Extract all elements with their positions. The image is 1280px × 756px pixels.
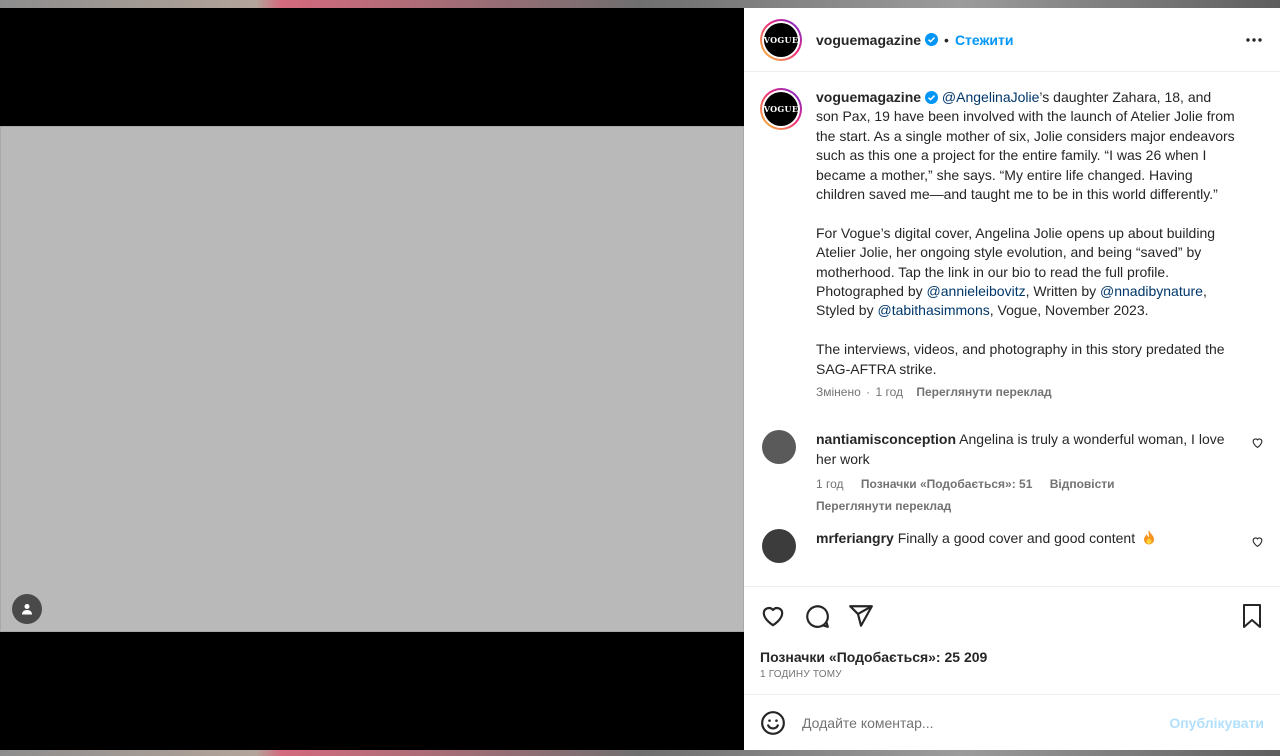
caption-time: 1 год — [875, 385, 903, 400]
commenter-username[interactable]: mrferiangry — [816, 530, 894, 546]
post-caption: VOGUE voguemagazine @AngelinaJolie’s dau… — [760, 88, 1264, 402]
avatar-logo-text: VOGUE — [764, 22, 798, 57]
comment-input[interactable] — [802, 714, 1170, 731]
comment-item: nantiamisconception Angelina is truly a … — [760, 430, 1264, 513]
save-bookmark-icon[interactable] — [1240, 603, 1264, 629]
caption-avatar-logo-text: VOGUE — [764, 92, 798, 126]
mention-link[interactable]: @tabithasimmons — [877, 302, 989, 318]
comment-like-heart-icon[interactable] — [1251, 436, 1264, 454]
post-header: VOGUE voguemagazine • Стежити — [744, 8, 1280, 72]
caption-author-avatar[interactable]: VOGUE — [760, 88, 802, 130]
comment-meta: 1 год Позначки «Подобається»: 51 Відпові… — [816, 477, 1236, 491]
comment-likes-link[interactable]: Позначки «Подобається»: 51 — [861, 477, 1032, 491]
publish-button[interactable]: Опублікувати — [1169, 715, 1264, 731]
mention-link[interactable]: @nnadibynature — [1100, 283, 1203, 299]
verified-badge-icon — [925, 33, 939, 46]
see-translation-link[interactable]: Переглянути переклад — [916, 385, 1051, 399]
backdrop-strip-top — [0, 0, 1280, 8]
commenter-username[interactable]: nantiamisconception — [816, 431, 956, 447]
emoji-smiley-icon[interactable] — [760, 710, 786, 736]
post-modal: VOGUE voguemagazine • Стежити VOGUE vogu… — [0, 8, 1280, 750]
comment-see-translation-link[interactable]: Переглянути переклад — [816, 499, 1236, 513]
more-options-icon[interactable] — [1244, 30, 1264, 50]
caption-username[interactable]: voguemagazine — [816, 89, 921, 105]
like-heart-icon[interactable] — [760, 603, 786, 629]
comment-item: mrferiangry Finally a good cover and goo… — [760, 529, 1264, 564]
reply-button[interactable]: Відповісти — [1050, 477, 1115, 491]
comment-time: 1 год — [816, 477, 844, 492]
share-send-icon[interactable] — [848, 603, 874, 629]
tagged-users-button[interactable] — [12, 594, 42, 624]
fire-emoji-icon — [1143, 530, 1155, 545]
comment-bubble-icon[interactable] — [804, 603, 830, 629]
caption-paragraph-3: The interviews, videos, and photography … — [816, 341, 1225, 377]
caption-text: voguemagazine @AngelinaJolie’s daughter … — [816, 88, 1236, 402]
caption-paragraph-1: ’s daughter Zahara, 18, and son Pax, 19 … — [816, 89, 1235, 203]
caption-paragraph-2-part-d: , Vogue, November 2023. — [989, 302, 1149, 319]
post-actions: Позначки «Подобається»: 25 209 1 годину … — [744, 586, 1280, 694]
post-media — [0, 8, 744, 750]
author-username[interactable]: voguemagazine — [816, 32, 921, 48]
mention-link[interactable]: @annieleibovitz — [927, 283, 1026, 299]
caption-verified-badge-icon — [925, 91, 939, 104]
post-side-panel: VOGUE voguemagazine • Стежити VOGUE vogu… — [744, 8, 1280, 750]
author-avatar[interactable]: VOGUE — [760, 18, 802, 61]
commenter-avatar[interactable] — [762, 430, 796, 465]
follow-button[interactable]: Стежити — [955, 32, 1014, 48]
post-photo-placeholder[interactable] — [0, 126, 744, 632]
comment-text: Finally a good cover and good content — [897, 530, 1136, 547]
edited-label: Змінено — [816, 385, 861, 400]
caption-meta: Змінено · 1 год Переглянути переклад — [816, 385, 1052, 400]
comments-scroll-area[interactable]: VOGUE voguemagazine @AngelinaJolie’s dau… — [744, 72, 1280, 586]
user-icon — [21, 603, 33, 615]
mention-link[interactable]: @AngelinaJolie — [942, 89, 1040, 105]
commenter-avatar[interactable] — [762, 529, 796, 564]
header-separator: • — [944, 31, 949, 48]
add-comment-bar: Опублікувати — [744, 694, 1280, 750]
post-timestamp[interactable]: 1 годину тому — [760, 669, 1264, 680]
post-likes-count[interactable]: Позначки «Подобається»: 25 209 — [760, 649, 1264, 665]
comment-like-heart-icon[interactable] — [1251, 535, 1264, 553]
caption-paragraph-2-part-b: , Written by — [1025, 283, 1101, 300]
